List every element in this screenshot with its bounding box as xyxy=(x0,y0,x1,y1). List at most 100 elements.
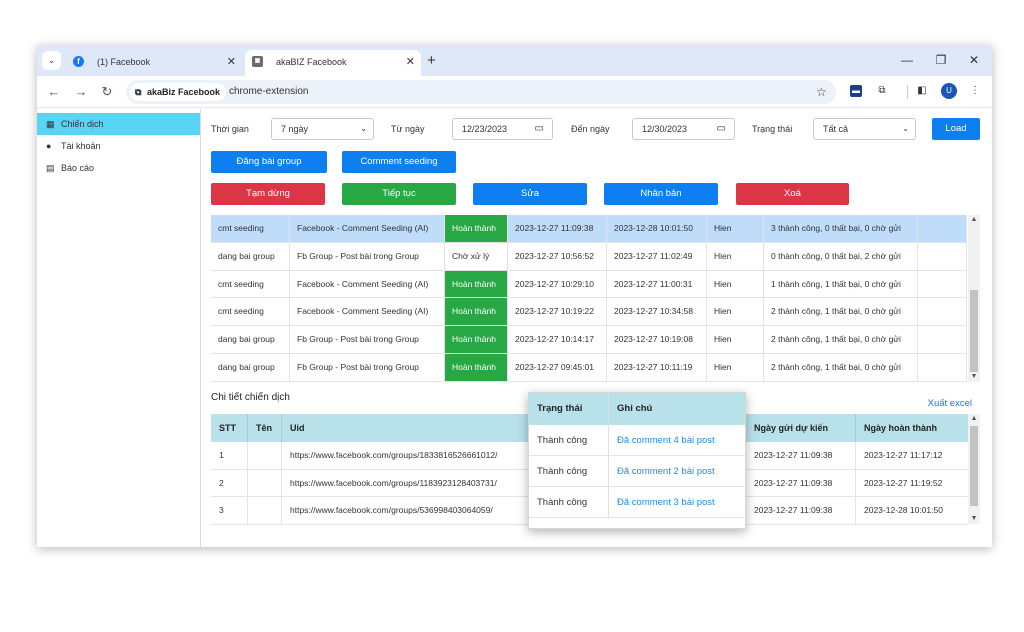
campaign-extra xyxy=(918,270,967,298)
col-name[interactable]: Tên xyxy=(248,414,282,442)
export-excel-link[interactable]: Xuất excel xyxy=(928,398,972,409)
from-date-value: 12/23/2023 xyxy=(462,124,508,134)
detail-name xyxy=(248,469,282,497)
akabiz-extension-icon[interactable]: ▬ xyxy=(850,85,862,97)
extension-icon: ▣ xyxy=(252,56,263,67)
new-tab-button[interactable]: + xyxy=(427,51,436,70)
campaign-status: Hoàn thành xyxy=(445,270,508,298)
maximize-button[interactable]: ❐ xyxy=(931,51,951,70)
col-completed[interactable]: Ngày hoàn thành xyxy=(856,414,968,442)
site-chip[interactable]: ⧉ akaBiz Facebook xyxy=(130,83,227,101)
campaign-start: 2023-12-27 10:14:17 xyxy=(508,326,607,353)
post-group-button[interactable]: Đăng bài group xyxy=(211,151,327,173)
campaign-type: Facebook - Comment Seeding (AI) xyxy=(290,215,445,242)
bookmark-star-icon[interactable]: ☆ xyxy=(816,80,827,104)
minimize-button[interactable]: — xyxy=(897,51,917,70)
from-date-input[interactable]: 12/23/2023 ▭ xyxy=(452,118,553,140)
popup-status: Thành công xyxy=(537,497,588,508)
calendar-icon[interactable]: ▭ xyxy=(717,119,726,139)
popup-divider xyxy=(608,393,609,425)
time-select[interactable]: 7 ngày ⌄ xyxy=(271,118,374,140)
popup-row: Thành công Đã comment 2 bài post xyxy=(529,456,745,487)
table-row[interactable]: dang bai group Fb Group - Post bài trong … xyxy=(211,242,967,271)
campaign-end: 2023-12-27 11:02:49 xyxy=(607,242,707,270)
sidebar: ▦ Chiến dịch ● Tài khoản ▤ Báo cáo xyxy=(37,109,201,547)
url-text[interactable]: chrome-extension xyxy=(229,80,308,104)
table-row[interactable]: cmt seeding Facebook - Comment Seeding (A… xyxy=(211,270,967,299)
campaign-name: dang bai group xyxy=(211,242,290,270)
scroll-up-icon[interactable]: ▲ xyxy=(968,215,980,225)
popup-row: Thành công Đã comment 3 bài post xyxy=(529,487,745,518)
scroll-up-icon[interactable]: ▲ xyxy=(968,414,980,424)
campaign-result: 2 thành công, 1 thất bại, 0 chờ gửi xyxy=(764,326,918,353)
table-row[interactable]: cmt seeding Facebook - Comment Seeding (A… xyxy=(211,298,967,327)
close-tab-icon[interactable]: ✕ xyxy=(227,50,236,74)
campaign-status: Hoàn thành xyxy=(445,326,508,353)
extensions-puzzle-icon[interactable]: ⧉ xyxy=(874,83,890,99)
campaign-end: 2023-12-27 10:11:19 xyxy=(607,353,707,381)
popup-note: Đã comment 4 bài post xyxy=(617,435,715,446)
campaign-end: 2023-12-27 10:19:08 xyxy=(607,326,707,353)
campaign-extra xyxy=(918,326,967,353)
col-stt[interactable]: STT xyxy=(211,414,248,442)
side-panel-icon[interactable]: ◧ xyxy=(914,83,930,99)
campaign-end: 2023-12-27 10:34:58 xyxy=(607,298,707,326)
col-planned[interactable]: Ngày gửi dự kiến xyxy=(746,414,856,442)
campaign-name: cmt seeding xyxy=(211,215,290,242)
status-select[interactable]: Tất cả ⌄ xyxy=(813,118,916,140)
scrollbar-thumb[interactable] xyxy=(970,290,978,372)
delete-button[interactable]: Xoá xyxy=(736,183,849,205)
forward-button[interactable]: → xyxy=(72,82,90,102)
campaign-start: 2023-12-27 09:45:01 xyxy=(508,353,607,381)
back-button[interactable]: ← xyxy=(45,82,63,102)
campaign-end: 2023-12-27 11:00:31 xyxy=(607,270,707,298)
campaign-visibility: Hien xyxy=(707,215,764,242)
reload-button[interactable]: ↻ xyxy=(98,82,116,102)
campaign-status: Hoàn thành xyxy=(445,298,508,326)
scrollbar-thumb[interactable] xyxy=(970,426,978,506)
duplicate-button[interactable]: Nhân bản xyxy=(604,183,718,205)
table-row[interactable]: dang bai group Fb Group - Post bài trong … xyxy=(211,353,967,382)
comment-seeding-button[interactable]: Comment seeding xyxy=(342,151,456,173)
campaign-visibility: Hien xyxy=(707,298,764,326)
address-bar[interactable]: ⧉ akaBiz Facebook chrome-extension ☆ xyxy=(126,80,836,104)
site-chip-label: akaBiz Facebook xyxy=(147,87,221,97)
campaign-visibility: Hien xyxy=(707,242,764,270)
campaign-extra xyxy=(918,298,967,326)
scroll-down-icon[interactable]: ▼ xyxy=(968,514,980,524)
close-window-button[interactable]: ✕ xyxy=(964,51,984,70)
sidebar-item-reports[interactable]: ▤ Báo cáo xyxy=(37,157,200,179)
sidebar-item-campaigns[interactable]: ▦ Chiến dịch xyxy=(37,113,200,135)
to-date-input[interactable]: 12/30/2023 ▭ xyxy=(632,118,735,140)
table-row[interactable]: dang bai group Fb Group - Post bài trong … xyxy=(211,326,967,354)
chevron-down-icon: ⌄ xyxy=(48,56,55,65)
detail-planned: 2023-12-27 11:09:38 xyxy=(746,442,856,469)
calendar-icon[interactable]: ▭ xyxy=(535,119,544,139)
tab-strip: ⌄ f (1) Facebook ✕ ▣ akaBIZ Facebook ✕ +… xyxy=(37,45,992,76)
campaign-result: 2 thành công, 1 thất bại, 0 chờ gửi xyxy=(764,298,918,326)
campaign-name: cmt seeding xyxy=(211,298,290,326)
resume-button[interactable]: Tiếp tục xyxy=(342,183,456,205)
detail-name xyxy=(248,497,282,524)
scroll-down-icon[interactable]: ▼ xyxy=(968,372,980,382)
close-tab-icon[interactable]: ✕ xyxy=(406,50,415,74)
tab-akabiz[interactable]: ▣ akaBIZ Facebook ✕ xyxy=(245,50,421,76)
detail-stt: 1 xyxy=(211,442,248,469)
to-date-label: Đến ngày xyxy=(571,124,610,134)
browser-menu-icon[interactable]: ⋮ xyxy=(967,83,983,99)
profile-avatar[interactable]: U xyxy=(941,83,957,99)
detail-stt: 3 xyxy=(211,497,248,524)
campaign-type: Facebook - Comment Seeding (AI) xyxy=(290,270,445,298)
campaign-type: Fb Group - Post bài trong Group xyxy=(290,242,445,270)
chevron-down-icon: ⌄ xyxy=(902,124,909,133)
campaign-table-scrollbar[interactable]: ▲ ▼ xyxy=(968,215,980,382)
load-button[interactable]: Load xyxy=(932,118,980,140)
table-row[interactable]: cmt seeding Facebook - Comment Seeding (A… xyxy=(211,215,967,243)
edit-button[interactable]: Sửa xyxy=(473,183,587,205)
tab-facebook[interactable]: f (1) Facebook ✕ xyxy=(66,50,242,76)
detail-table-scrollbar[interactable]: ▲ ▼ xyxy=(968,414,980,524)
detail-completed: 2023-12-27 11:19:52 xyxy=(864,477,943,488)
tab-search-button[interactable]: ⌄ xyxy=(42,51,61,70)
sidebar-item-accounts[interactable]: ● Tài khoản xyxy=(37,135,200,157)
pause-button[interactable]: Tạm dừng xyxy=(211,183,325,205)
